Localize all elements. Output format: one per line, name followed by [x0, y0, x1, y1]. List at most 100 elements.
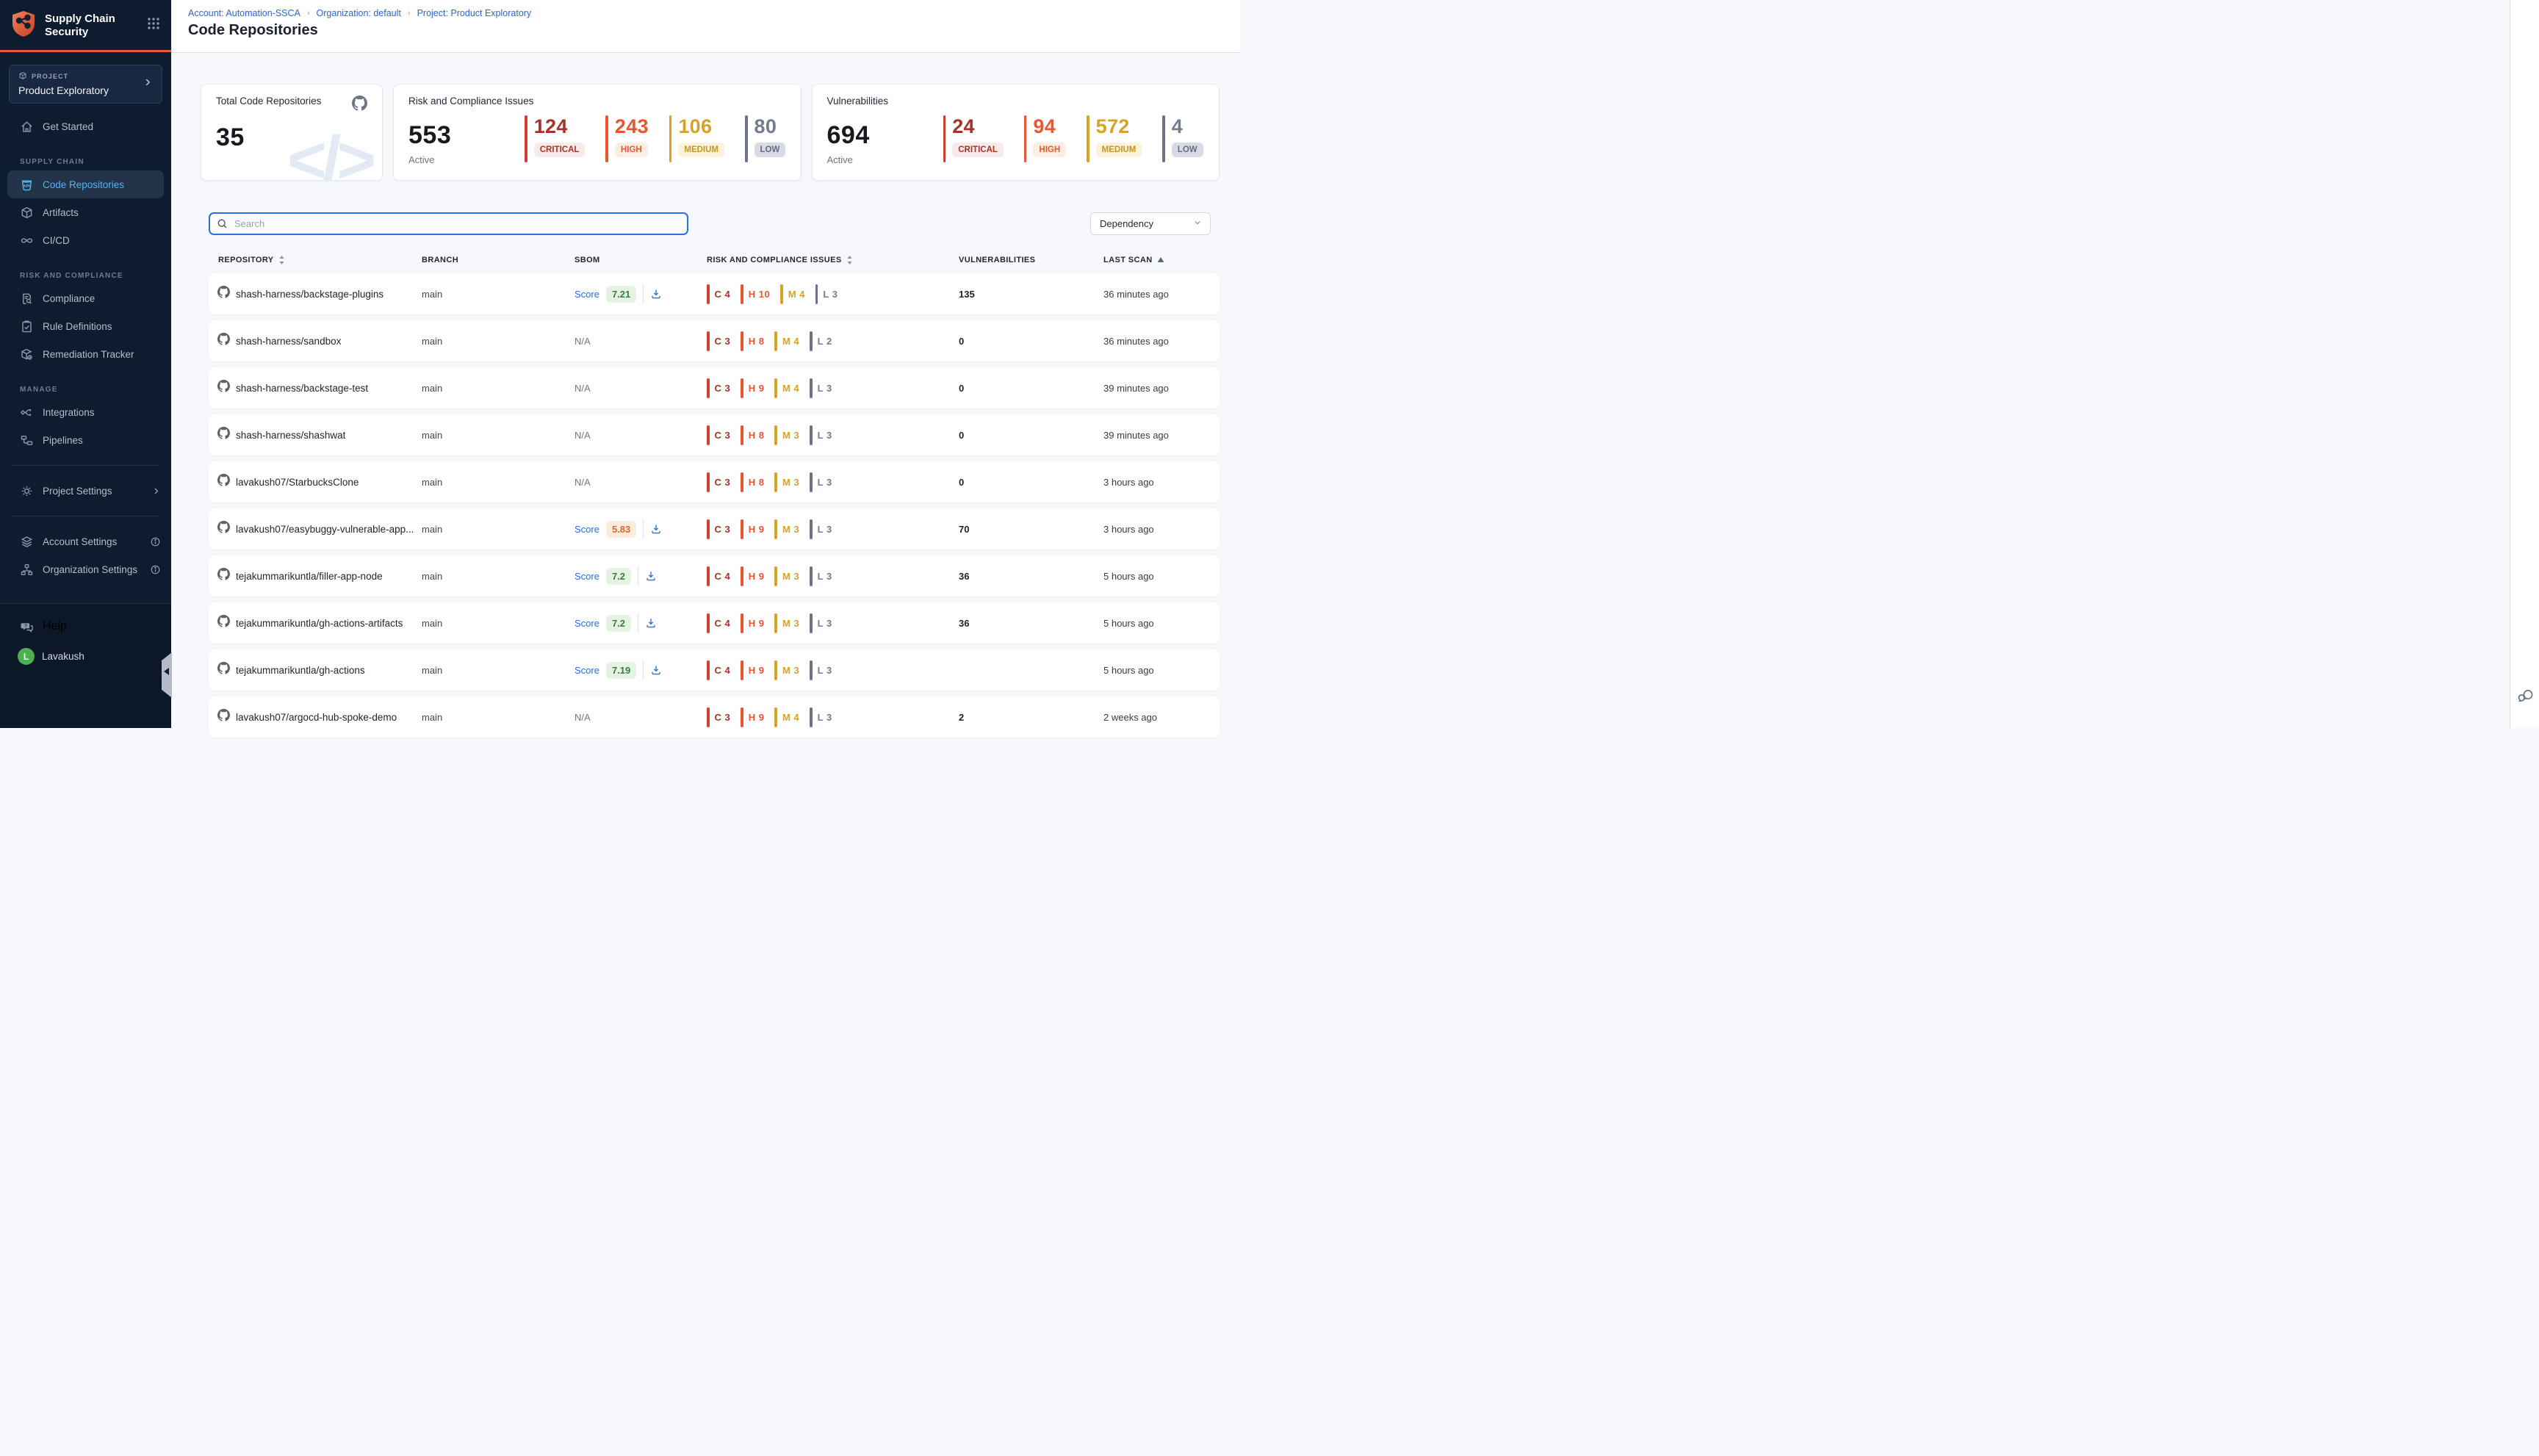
- branch-cell: main: [422, 336, 575, 347]
- chat-support-icon[interactable]: [2517, 688, 2535, 709]
- repo-cell: tejakummarikuntla/gh-actions-artifacts: [209, 615, 422, 631]
- sidebar-item-get-started[interactable]: Get Started: [0, 112, 171, 140]
- severity-chip-medium: M 4: [774, 331, 799, 351]
- vulnerabilities-count: 2: [959, 712, 1103, 723]
- sidebar-item-organization-settings[interactable]: Organization Settings: [0, 555, 171, 583]
- severity-count: 80: [755, 115, 786, 138]
- severity-chip-low: L 3: [810, 707, 832, 727]
- risk-compliance-cell: C 3H 9M 3L 3: [707, 519, 959, 539]
- sidebar-item-project-settings[interactable]: Project Settings: [0, 477, 171, 505]
- table-row[interactable]: lavakush07/StarbucksClone main N/A C 3H …: [209, 461, 1220, 502]
- table-row[interactable]: lavakush07/argocd-hub-spoke-demo main N/…: [209, 696, 1220, 738]
- download-sbom-icon[interactable]: [650, 523, 662, 535]
- card-title: Risk and Compliance Issues: [408, 95, 786, 107]
- dependency-filter-select[interactable]: Dependency: [1090, 212, 1211, 235]
- supply-chain-security-logo-icon: [10, 10, 37, 41]
- table-row[interactable]: lavakush07/easybuggy-vulnerable-app... m…: [209, 508, 1220, 549]
- chevron-right-icon: ›: [307, 9, 310, 18]
- last-scan: 2 weeks ago: [1103, 712, 1220, 723]
- severity-badge: LOW: [1172, 143, 1203, 157]
- branch-cell: main: [422, 430, 575, 441]
- table-row[interactable]: tejakummarikuntla/gh-actions main Score …: [209, 649, 1220, 691]
- repository-table: shash-harness/backstage-plugins main Sco…: [209, 273, 1220, 738]
- severity-chip-low: L 3: [810, 472, 832, 492]
- severity-bar: [605, 115, 608, 162]
- repo-name: shash-harness/backstage-plugins: [236, 289, 383, 300]
- risk-compliance-cell: C 3H 8M 4L 2: [707, 331, 959, 351]
- table-row[interactable]: tejakummarikuntla/gh-actions-artifacts m…: [209, 602, 1220, 644]
- severity-stat-medium: 106MEDIUM: [669, 115, 724, 162]
- sidebar-item-code-repositories[interactable]: Code Repositories: [7, 170, 164, 198]
- clipboard-check-icon: [20, 320, 34, 334]
- vulnerabilities-card: Vulnerabilities 694 Active 24CRITICAL94H…: [812, 84, 1220, 181]
- sidebar-item-integrations[interactable]: Integrations: [0, 398, 171, 426]
- sbom-cell: Score 5.83: [575, 519, 707, 538]
- info-icon[interactable]: [150, 536, 161, 547]
- sbom-score-label: Score: [575, 524, 599, 535]
- table-row[interactable]: shash-harness/sandbox main N/A C 3H 8M 4…: [209, 320, 1220, 361]
- severity-count: 106: [678, 115, 724, 138]
- sidebar-footer: ? Help L Lavakush: [0, 603, 171, 728]
- risk-compliance-cell: C 3H 9M 4L 3: [707, 378, 959, 398]
- severity-chip-high: H 9: [741, 613, 764, 633]
- severity-chip-medium: M 3: [774, 519, 799, 539]
- severity-chip-medium: M 4: [774, 378, 799, 398]
- last-scan: 5 hours ago: [1103, 618, 1220, 629]
- sidebar-item-remediation-tracker[interactable]: Remediation Tracker: [0, 340, 171, 368]
- pipelines-icon: [20, 433, 34, 447]
- sidebar-item-cicd[interactable]: CI/CD: [0, 226, 171, 254]
- table-row[interactable]: tejakummarikuntla/filler-app-node main S…: [209, 555, 1220, 597]
- app-title: Supply ChainSecurity: [45, 12, 115, 39]
- severity-bar: [525, 115, 527, 162]
- repo-name: lavakush07/easybuggy-vulnerable-app...: [236, 524, 414, 535]
- github-icon: [217, 662, 230, 678]
- severity-stat-high: 94HIGH: [1024, 115, 1066, 162]
- download-sbom-icon[interactable]: [645, 617, 657, 629]
- download-sbom-icon[interactable]: [650, 288, 662, 300]
- sidebar-item-help[interactable]: ? Help: [0, 613, 171, 641]
- github-icon: [352, 95, 367, 115]
- app-grid-menu-icon[interactable]: [146, 16, 161, 35]
- github-icon: [217, 380, 230, 396]
- download-sbom-icon[interactable]: [645, 570, 657, 582]
- sidebar-item-compliance[interactable]: Compliance: [0, 284, 171, 312]
- sbom-score-badge: 7.19: [606, 662, 636, 679]
- breadcrumb-account-link[interactable]: Account: Automation-SSCA: [188, 8, 300, 18]
- severity-chip-high: H 8: [741, 425, 764, 445]
- breadcrumb-organization-link[interactable]: Organization: default: [317, 8, 401, 18]
- sidebar-item-artifacts[interactable]: Artifacts: [0, 198, 171, 226]
- search-box: [209, 212, 688, 235]
- github-icon: [217, 568, 230, 584]
- last-scan: 3 hours ago: [1103, 524, 1220, 535]
- severity-chip-low: L 3: [810, 566, 832, 586]
- sbom-na: N/A: [575, 383, 591, 394]
- table-row[interactable]: shash-harness/backstage-plugins main Sco…: [209, 273, 1220, 314]
- info-icon[interactable]: [150, 564, 161, 575]
- severity-chip-medium: M 3: [774, 660, 799, 680]
- severity-count: 4: [1172, 115, 1203, 138]
- user-menu[interactable]: L Lavakush: [0, 641, 171, 665]
- sidebar-item-pipelines[interactable]: Pipelines: [0, 426, 171, 454]
- issues-subtitle: Active: [408, 154, 451, 165]
- last-scan: 5 hours ago: [1103, 571, 1220, 582]
- sbom-na: N/A: [575, 430, 591, 441]
- severity-chip-high: H 9: [741, 378, 764, 398]
- sidebar-item-account-settings[interactable]: Account Settings: [0, 527, 171, 555]
- severity-stat-low: 80LOW: [745, 115, 785, 162]
- download-sbom-icon[interactable]: [650, 664, 662, 676]
- nav-section-supply-chain: SUPPLY CHAIN: [0, 140, 171, 170]
- sbom-cell: N/A: [575, 712, 707, 723]
- project-selector[interactable]: PROJECT Product Exploratory: [9, 65, 162, 104]
- project-label: PROJECT: [32, 73, 68, 80]
- sidebar-item-rule-definitions[interactable]: Rule Definitions: [0, 312, 171, 340]
- column-header-repository[interactable]: REPOSITORY: [209, 256, 422, 264]
- table-row[interactable]: shash-harness/backstage-test main N/A C …: [209, 367, 1220, 408]
- column-header-last-scan[interactable]: LAST SCAN: [1103, 256, 1220, 264]
- column-header-risk-compliance[interactable]: RISK AND COMPLIANCE ISSUES: [707, 256, 959, 264]
- github-icon: [217, 333, 230, 349]
- severity-chip-low: L 3: [810, 425, 832, 445]
- table-row[interactable]: shash-harness/shashwat main N/A C 3H 8M …: [209, 414, 1220, 455]
- severity-chip-high: H 9: [741, 566, 764, 586]
- breadcrumb-project-link[interactable]: Project: Product Exploratory: [417, 8, 532, 18]
- search-input[interactable]: [209, 212, 688, 235]
